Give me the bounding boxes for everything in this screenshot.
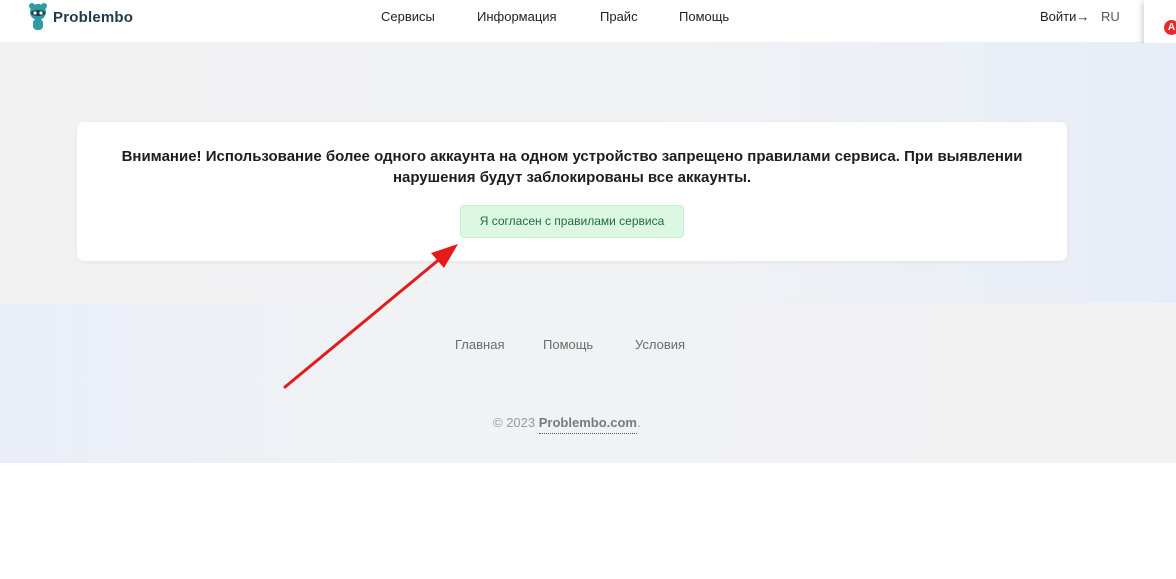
footer-link-terms[interactable]: Условия	[635, 337, 685, 352]
footer: Главная Помощь Условия © 2023 Problembo.…	[0, 303, 1176, 463]
top-header: Problembo Сервисы Информация Прайс Помощ…	[0, 0, 1176, 43]
copyright-brand-link[interactable]: Problembo.com	[538, 415, 637, 434]
footer-link-help[interactable]: Помощь	[543, 337, 593, 352]
nav-item-help[interactable]: Помощь	[679, 9, 729, 24]
nav-item-information[interactable]: Информация	[477, 9, 557, 24]
nav-item-pricing[interactable]: Прайс	[600, 9, 638, 24]
language-switch[interactable]: RU	[1101, 9, 1120, 24]
login-link[interactable]: Войти→	[1040, 9, 1089, 24]
notice-text: Внимание! Использование более одного акк…	[121, 148, 1023, 186]
copyright-prefix: © 2023	[493, 415, 539, 430]
copyright: © 2023 Problembo.com.	[493, 415, 641, 434]
copyright-suffix: .	[636, 415, 641, 430]
extension-badge-icon[interactable]: A	[1164, 20, 1176, 35]
brand-name: Problembo	[53, 8, 134, 26]
logo[interactable]: Problembo	[27, 3, 133, 31]
nav-item-services[interactable]: Сервисы	[381, 9, 435, 24]
notice-card: Внимание! Использование более одного акк…	[77, 122, 1067, 261]
footer-link-home[interactable]: Главная	[455, 337, 504, 352]
agree-button[interactable]: Я согласен с правилами сервиса	[460, 205, 684, 238]
raccoon-logo-icon	[29, 3, 47, 30]
